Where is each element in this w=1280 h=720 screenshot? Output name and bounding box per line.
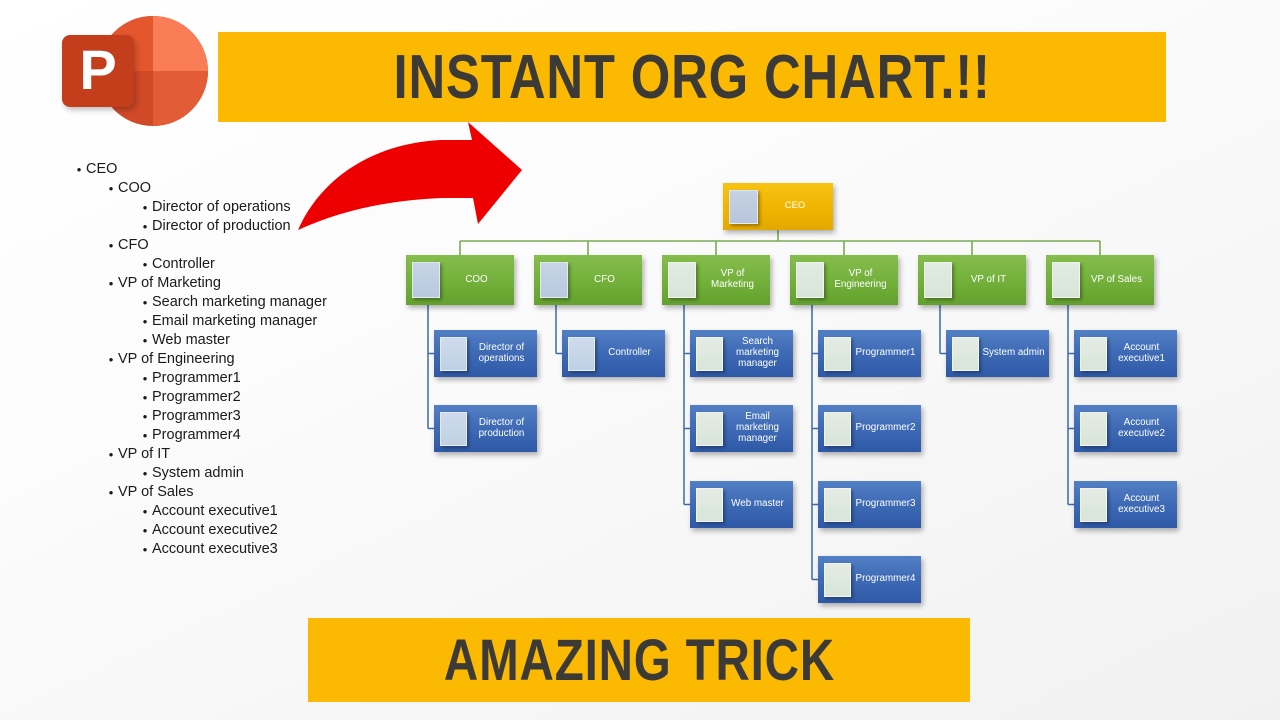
org-node-label: COO xyxy=(465,273,488,285)
org-node-picture-placeholder[interactable] xyxy=(440,412,467,446)
org-node-ae3[interactable]: Account executive3 xyxy=(1074,481,1177,528)
org-node-label: Programmer3 xyxy=(855,498,916,510)
org-node-label: Account executive1 xyxy=(1118,341,1165,364)
org-node-label: Director of operations xyxy=(478,341,525,364)
org-node-picture-placeholder[interactable] xyxy=(796,262,824,298)
org-node-label: Account executive2 xyxy=(1118,416,1165,439)
org-node-label: CEO xyxy=(784,200,806,212)
org-node-label: Programmer4 xyxy=(855,573,916,585)
org-node-label: CFO xyxy=(594,273,615,285)
org-node-label: Programmer1 xyxy=(855,347,916,359)
bottom-banner: AMAZING TRICK xyxy=(308,618,970,702)
org-node-pr1[interactable]: Programmer1 xyxy=(818,330,921,377)
org-node-emm[interactable]: Email marketing manager xyxy=(690,405,793,452)
org-node-ae1[interactable]: Account executive1 xyxy=(1074,330,1177,377)
org-node-picture-placeholder[interactable] xyxy=(824,488,851,522)
org-node-wm[interactable]: Web master xyxy=(690,481,793,528)
org-node-picture-placeholder[interactable] xyxy=(1080,337,1107,371)
org-chart: CEO COO CFO VP of Marketing VP of Engineerin… xyxy=(0,0,1280,720)
org-node-picture-placeholder[interactable] xyxy=(696,412,723,446)
org-node-picture-placeholder[interactable] xyxy=(1080,488,1107,522)
org-node-picture-placeholder[interactable] xyxy=(668,262,696,298)
org-node-ceo[interactable]: CEO xyxy=(723,183,833,230)
org-node-picture-placeholder[interactable] xyxy=(540,262,568,298)
org-node-label: VP of Marketing xyxy=(710,268,754,290)
org-node-label: Email marketing manager xyxy=(735,411,779,444)
org-node-picture-placeholder[interactable] xyxy=(824,412,851,446)
org-node-picture-placeholder[interactable] xyxy=(696,488,723,522)
org-node-picture-placeholder[interactable] xyxy=(696,337,723,371)
org-node-label: VP of Sales xyxy=(1090,273,1142,285)
org-node-label: Director of production xyxy=(478,416,525,439)
org-node-label: Account executive3 xyxy=(1118,492,1165,515)
org-node-vpit[interactable]: VP of IT xyxy=(918,255,1026,305)
org-node-vpm[interactable]: VP of Marketing xyxy=(662,255,770,305)
org-node-label: Programmer2 xyxy=(855,422,916,434)
org-node-pr4[interactable]: Programmer4 xyxy=(818,556,921,603)
org-node-label: Controller xyxy=(608,347,651,359)
org-node-smm[interactable]: Search marketing manager xyxy=(690,330,793,377)
org-node-vps[interactable]: VP of Sales xyxy=(1046,255,1154,305)
org-node-picture-placeholder[interactable] xyxy=(412,262,440,298)
org-node-pr3[interactable]: Programmer3 xyxy=(818,481,921,528)
org-node-label: System admin xyxy=(982,347,1045,359)
org-node-picture-placeholder[interactable] xyxy=(952,337,979,371)
org-node-sa[interactable]: System admin xyxy=(946,330,1049,377)
org-node-picture-placeholder[interactable] xyxy=(568,337,595,371)
org-node-ae2[interactable]: Account executive2 xyxy=(1074,405,1177,452)
org-node-dpr[interactable]: Director of production xyxy=(434,405,537,452)
org-node-picture-placeholder[interactable] xyxy=(924,262,952,298)
org-node-picture-placeholder[interactable] xyxy=(824,337,851,371)
org-node-label: VP of IT xyxy=(970,273,1007,285)
org-node-picture-placeholder[interactable] xyxy=(729,190,758,224)
org-node-cfo[interactable]: CFO xyxy=(534,255,642,305)
org-node-picture-placeholder[interactable] xyxy=(824,563,851,597)
org-node-label: VP of Engineering xyxy=(834,268,887,290)
org-node-ctrl[interactable]: Controller xyxy=(562,330,665,377)
org-node-dop[interactable]: Director of operations xyxy=(434,330,537,377)
org-node-picture-placeholder[interactable] xyxy=(1080,412,1107,446)
org-node-picture-placeholder[interactable] xyxy=(1052,262,1080,298)
slide-canvas: P INSTANT ORG CHART.!! • CEO • COO • Director… xyxy=(0,0,1280,720)
org-node-picture-placeholder[interactable] xyxy=(440,337,467,371)
org-node-pr2[interactable]: Programmer2 xyxy=(818,405,921,452)
org-node-label: Search marketing manager xyxy=(735,336,779,369)
bottom-banner-text: AMAZING TRICK xyxy=(443,627,835,693)
org-node-vpe[interactable]: VP of Engineering xyxy=(790,255,898,305)
org-node-coo[interactable]: COO xyxy=(406,255,514,305)
org-node-label: Web master xyxy=(731,498,784,510)
